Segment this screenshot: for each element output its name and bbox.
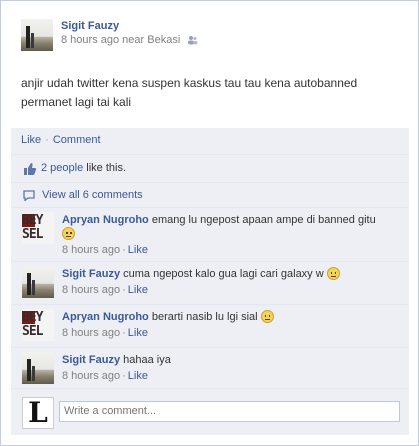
commenter-avatar[interactable] <box>22 352 54 384</box>
comment-meta: 8 hours ago · Like <box>62 369 400 383</box>
commenter-name[interactable]: Apryan Nugroho <box>62 311 149 323</box>
comment-like-link[interactable]: Like <box>128 327 148 339</box>
viewer-avatar: L <box>22 397 54 429</box>
post-meta: 8 hours ago near Bekasi <box>61 34 198 48</box>
avatar-text-bottom: SEL <box>22 324 43 339</box>
view-all-comments-link[interactable]: View all 6 comments <box>42 189 143 201</box>
people-icon <box>187 35 198 48</box>
comment-body: Sigit Fauzy hahaa iya 8 hours ago · Like <box>62 353 400 383</box>
meta-separator: · <box>122 370 126 382</box>
action-links: Like · Comment <box>21 134 101 146</box>
meta-separator: · <box>122 327 126 339</box>
write-comment-box[interactable] <box>59 401 400 422</box>
commenter-name[interactable]: Apryan Nugroho <box>62 214 149 226</box>
view-all-comments-row[interactable]: View all 6 comments <box>11 182 409 208</box>
comment-body: Apryan Nugroho berarti nasib lu lgi sial… <box>62 310 400 340</box>
likers-link[interactable]: 2 people <box>41 162 83 174</box>
neutral-face-icon <box>260 310 274 323</box>
story-card: Sigit Fauzy 8 hours ago near Bekasi anji… <box>0 0 419 446</box>
commenter-avatar[interactable]: BEY SEL <box>22 309 54 341</box>
status-text: anjir udah twitter kena suspen kaskus ta… <box>21 76 358 109</box>
comment-text: berarti nasib lu lgi sial <box>151 311 258 323</box>
comment-time[interactable]: 8 hours ago <box>62 370 120 382</box>
comment-meta: 8 hours ago · Like <box>62 283 400 297</box>
comment-input[interactable] <box>60 402 398 419</box>
comment-time[interactable]: 8 hours ago <box>62 284 120 296</box>
post-time[interactable]: 8 hours ago <box>61 34 119 46</box>
comment-body: Sigit Fauzy cuma ngepost kalo gua lagi c… <box>62 267 400 297</box>
commenter-avatar[interactable] <box>22 266 54 298</box>
author-name[interactable]: Sigit Fauzy <box>61 20 198 32</box>
write-comment-row: L <box>11 388 409 435</box>
comment-like-link[interactable]: Like <box>128 244 148 256</box>
commenter-name[interactable]: Sigit Fauzy <box>62 268 120 280</box>
meta-separator: · <box>122 244 126 256</box>
comment-item: BEY SEL Apryan Nugroho berarti nasib lu … <box>11 304 409 348</box>
unamused-face-icon <box>62 227 75 240</box>
comment-time[interactable]: 8 hours ago <box>62 327 120 339</box>
author-avatar[interactable] <box>21 19 53 51</box>
comment-item: BEY SEL Apryan Nugroho emang lu ngepost … <box>11 207 409 256</box>
action-separator: · <box>45 134 49 146</box>
post-header: Sigit Fauzy 8 hours ago near Bekasi <box>61 20 198 48</box>
commenter-name[interactable]: Sigit Fauzy <box>62 354 120 366</box>
like-link[interactable]: Like <box>21 134 41 146</box>
comment-like-link[interactable]: Like <box>128 370 148 382</box>
avatar-text-bottom: SEL <box>22 227 43 242</box>
comment-meta: 8 hours ago · Like <box>62 243 400 257</box>
comment-time[interactable]: 8 hours ago <box>62 244 120 256</box>
avatar-text-top: BEY <box>22 214 54 227</box>
comment-text: emang lu ngepost apaan ampe di banned gi… <box>151 214 376 226</box>
comment-item: Sigit Fauzy cuma ngepost kalo gua lagi c… <box>11 261 409 305</box>
commenter-avatar[interactable]: BEY SEL <box>22 212 54 244</box>
likes-suffix: like this. <box>83 162 127 174</box>
feedback-section: Like · Comment 2 people like this. View al… <box>11 128 409 435</box>
post-location[interactable]: near Bekasi <box>122 34 180 46</box>
likes-text: 2 people like this. <box>41 162 126 174</box>
meta-separator: · <box>122 284 126 296</box>
comment-like-link[interactable]: Like <box>128 284 148 296</box>
thumbs-up-icon <box>23 163 37 178</box>
comment-link[interactable]: Comment <box>53 134 101 146</box>
comment-text: hahaa iya <box>123 354 171 366</box>
comment-item: Sigit Fauzy hahaa iya 8 hours ago · Like <box>11 347 409 391</box>
avatar-text-top: BEY <box>22 311 54 324</box>
comment-bubble-icon <box>23 190 35 204</box>
unamused-face-icon <box>326 267 340 280</box>
comment-meta: 8 hours ago · Like <box>62 326 400 340</box>
comment-text: cuma ngepost kalo gua lagi cari galaxy w <box>123 268 324 280</box>
likes-summary: 2 people like this. <box>11 154 409 183</box>
comment-body: Apryan Nugroho emang lu ngepost apaan am… <box>62 213 400 257</box>
